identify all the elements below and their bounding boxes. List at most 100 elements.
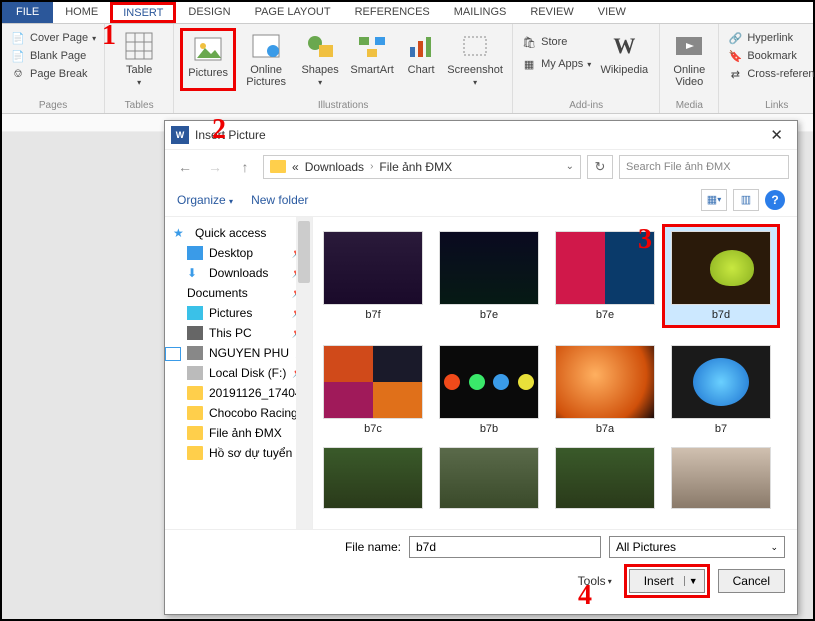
group-tables: Table▾ Tables — [105, 24, 174, 113]
folder-icon — [187, 446, 203, 460]
refresh-button[interactable]: ↻ — [587, 155, 613, 179]
sidebar-item-folder[interactable]: File ảnh ĐMX — [165, 423, 312, 443]
folder-icon — [187, 386, 203, 400]
dialog-footer: File name: All Pictures⌄ Tools ▾ Insert▼… — [165, 530, 797, 614]
sidebar-item-this-pc[interactable]: This PC📌 — [165, 323, 312, 343]
file-item[interactable] — [665, 443, 777, 513]
blank-page-icon: 📄 — [10, 48, 26, 64]
file-thumbnail — [439, 447, 539, 509]
organize-button[interactable]: Organize ▾ — [177, 193, 233, 207]
file-item[interactable] — [317, 443, 429, 513]
file-thumbnail — [439, 345, 539, 419]
up-button[interactable]: ↑ — [233, 155, 257, 179]
file-thumbnail — [555, 447, 655, 509]
file-item[interactable] — [549, 443, 661, 513]
insert-dropdown[interactable]: ▼ — [684, 576, 698, 586]
file-item[interactable]: b7e — [549, 227, 661, 325]
file-item[interactable]: b7c — [317, 341, 429, 439]
help-button[interactable]: ? — [765, 190, 785, 210]
file-thumbnail — [439, 231, 539, 305]
folder-icon — [270, 160, 286, 173]
table-icon — [123, 30, 155, 62]
sidebar-item-quick-access[interactable]: ★Quick access — [165, 223, 312, 243]
online-pictures-icon — [250, 30, 282, 62]
file-grid: b7f b7e b7e b7d b7c b7b b7a b7 — [313, 217, 797, 529]
search-input[interactable]: Search File ảnh ĐMX — [619, 155, 789, 179]
close-button[interactable]: ✕ — [762, 126, 791, 144]
wikipedia-button[interactable]: W Wikipedia — [595, 28, 653, 78]
tab-review[interactable]: REVIEW — [518, 2, 585, 23]
filename-input[interactable] — [409, 536, 601, 558]
file-item[interactable]: b7e — [433, 227, 545, 325]
view-details-button[interactable]: ▥ — [733, 189, 759, 211]
file-item[interactable]: b7a — [549, 341, 661, 439]
dialog-titlebar: W Insert Picture ✕ — [165, 121, 797, 149]
video-icon — [673, 30, 705, 62]
sidebar-scrollbar[interactable] — [296, 217, 312, 529]
group-media-label: Media — [666, 100, 712, 111]
tab-view[interactable]: VIEW — [586, 2, 638, 23]
store-button[interactable]: 🛍Store — [521, 34, 591, 50]
file-item[interactable] — [433, 443, 545, 513]
insert-button[interactable]: Insert▼ — [629, 569, 705, 593]
file-item[interactable]: b7b — [433, 341, 545, 439]
hyperlink-button[interactable]: 🔗Hyperlink — [727, 30, 815, 46]
downloads-icon: ⬇ — [187, 266, 203, 280]
smartart-button[interactable]: SmartArt — [346, 28, 398, 91]
online-video-button[interactable]: Online Video — [666, 28, 712, 90]
pictures-icon — [192, 33, 224, 65]
cancel-button[interactable]: Cancel — [718, 569, 785, 593]
file-thumbnail — [671, 447, 771, 509]
file-thumbnail — [323, 447, 423, 509]
group-links-label: Links — [725, 100, 815, 111]
sidebar-item-usb[interactable]: NGUYEN PHU📌 — [165, 343, 312, 363]
tools-button[interactable]: Tools ▾ — [578, 574, 612, 588]
tab-design[interactable]: DESIGN — [176, 2, 242, 23]
file-type-filter[interactable]: All Pictures⌄ — [609, 536, 785, 558]
file-item-selected[interactable]: b7d — [665, 227, 777, 325]
file-thumbnail — [323, 345, 423, 419]
sidebar-item-folder[interactable]: 20191126_174047 — [165, 383, 312, 403]
file-item[interactable]: b7 — [665, 341, 777, 439]
group-illustrations-label: Illustrations — [180, 100, 506, 111]
view-thumbnails-button[interactable]: ▦ ▾ — [701, 189, 727, 211]
cover-page-button[interactable]: 📄Cover Page ▾ — [10, 30, 96, 46]
sidebar-item-folder[interactable]: Chocobo Racing — [165, 403, 312, 423]
forward-button[interactable]: → — [203, 155, 227, 179]
online-pictures-button[interactable]: Online Pictures — [238, 28, 294, 91]
desktop-icon — [187, 246, 203, 260]
page-break-button[interactable]: ⎊Page Break — [10, 66, 96, 82]
chart-icon — [405, 30, 437, 62]
tab-insert[interactable]: INSERT — [110, 2, 176, 23]
tab-references[interactable]: REFERENCES — [343, 2, 442, 23]
file-thumbnail — [671, 231, 771, 305]
sidebar-item-folder[interactable]: Hồ sơ dự tuyển — [165, 443, 312, 463]
dialog-toolbar: Organize ▾ New folder ▦ ▾ ▥ ? — [165, 183, 797, 217]
tab-file[interactable]: FILE — [2, 2, 53, 23]
table-button[interactable]: Table▾ — [111, 28, 167, 91]
chart-button[interactable]: Chart — [400, 28, 442, 91]
tab-page-layout[interactable]: PAGE LAYOUT — [243, 2, 343, 23]
breadcrumb[interactable]: « Downloads › File ảnh ĐMX ⌄ — [263, 155, 581, 179]
file-item[interactable]: b7f — [317, 227, 429, 325]
tab-mailings[interactable]: MAILINGS — [442, 2, 519, 23]
bookmark-button[interactable]: 🔖Bookmark — [727, 48, 815, 64]
sidebar-item-documents[interactable]: Documents📌 — [165, 283, 312, 303]
back-button[interactable]: ← — [173, 155, 197, 179]
new-folder-button[interactable]: New folder — [251, 193, 308, 207]
my-apps-button[interactable]: ▦My Apps ▾ — [521, 56, 591, 72]
sidebar-item-desktop[interactable]: Desktop📌 — [165, 243, 312, 263]
folder-icon — [187, 426, 203, 440]
sidebar-item-pictures[interactable]: Pictures📌 — [165, 303, 312, 323]
sidebar-item-downloads[interactable]: ⬇Downloads📌 — [165, 263, 312, 283]
shapes-button[interactable]: Shapes ▾ — [296, 28, 344, 91]
cross-ref-button[interactable]: ⇄Cross-reference — [727, 66, 815, 82]
blank-page-button[interactable]: 📄Blank Page — [10, 48, 96, 64]
screenshot-button[interactable]: Screenshot▾ — [444, 28, 506, 91]
pictures-button[interactable]: Pictures — [180, 28, 236, 91]
cover-page-icon: 📄 — [10, 30, 26, 46]
screenshot-icon — [459, 30, 491, 62]
sidebar-item-local-disk[interactable]: Local Disk (F:)📌 — [165, 363, 312, 383]
file-thumbnail — [671, 345, 771, 419]
tab-home[interactable]: HOME — [53, 2, 110, 23]
